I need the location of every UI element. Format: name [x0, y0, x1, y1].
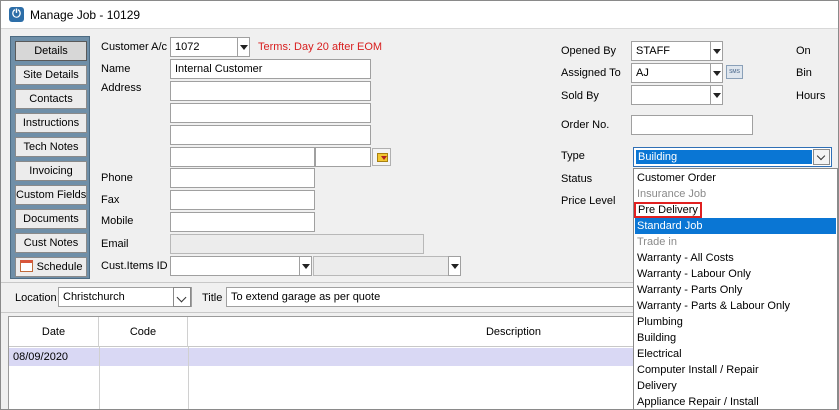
phone-label: Phone [101, 172, 133, 184]
row-date-cell[interactable]: 08/09/2020 [11, 348, 68, 366]
assigned-to-dropdown[interactable] [710, 63, 723, 83]
calendar-icon [19, 260, 33, 272]
nav-instructions-button[interactable]: Instructions [15, 113, 87, 133]
cust-items-dropdown[interactable] [299, 256, 312, 276]
type-option[interactable]: Building [635, 330, 836, 346]
sold-by-dropdown[interactable] [710, 85, 723, 105]
column-divider [99, 347, 100, 409]
nav-tech-notes-button[interactable]: Tech Notes [15, 137, 87, 157]
address-lookup-icon[interactable] [372, 148, 391, 166]
address-label: Address [101, 82, 142, 94]
location-label: Location [15, 292, 57, 304]
assigned-to-label: Assigned To [561, 67, 621, 79]
sold-by-field[interactable] [631, 85, 711, 105]
hours-label: Hours [796, 90, 826, 102]
status-label: Status [561, 173, 593, 185]
type-option[interactable]: Warranty - Labour Only [635, 266, 836, 282]
opened-by-label: Opened By [561, 45, 617, 57]
nav-panel: Details Site Details Contacts Instructio… [10, 36, 90, 279]
price-level-label: Price Level [561, 195, 616, 207]
sms-icon[interactable]: SMS [726, 65, 743, 79]
type-option[interactable]: Plumbing [635, 314, 836, 330]
cust-items-label: Cust.Items ID [101, 260, 168, 272]
order-no-field[interactable] [631, 115, 753, 135]
type-option-highlighted[interactable]: Pre Delivery [634, 202, 836, 218]
mobile-field[interactable] [170, 212, 315, 232]
terms-text: Terms: Day 20 after EOM [258, 41, 383, 53]
phone-field[interactable] [170, 168, 315, 188]
title-label: Title [202, 292, 223, 304]
order-no-label: Order No. [561, 119, 610, 131]
title-field[interactable]: To extend garage as per quote [226, 287, 638, 307]
type-label: Type [561, 150, 585, 162]
window-title: Manage Job - 10129 [30, 8, 141, 22]
nav-schedule-label: Schedule [36, 261, 83, 273]
nav-invoicing-button[interactable]: Invoicing [15, 161, 87, 181]
type-option[interactable]: Appliance Repair / Install [635, 394, 836, 409]
type-selected-value: Building [636, 150, 812, 164]
on-label: On [796, 45, 811, 57]
type-option[interactable]: Electrical [635, 346, 836, 362]
power-icon: ⏻ [9, 7, 24, 22]
cust-items-description-dropdown[interactable] [448, 256, 461, 276]
type-option[interactable]: Trade in [635, 234, 836, 250]
name-field[interactable]: Internal Customer [170, 59, 371, 79]
address-line-1-field[interactable] [170, 81, 371, 101]
customer-account-field[interactable]: 1072 [170, 37, 238, 57]
chevron-down-icon[interactable] [813, 149, 830, 165]
sold-by-label: Sold By [561, 90, 599, 102]
nav-cust-notes-button[interactable]: Cust Notes [15, 233, 87, 253]
assigned-to-field[interactable]: AJ [631, 63, 711, 83]
fax-label: Fax [101, 194, 120, 206]
column-divider [188, 347, 189, 409]
manage-job-window: ⏻ Manage Job - 10129 Details Site Detail… [0, 0, 839, 410]
type-dropdown-list: Customer Order Insurance Job Pre Deliver… [633, 168, 838, 409]
email-field[interactable] [170, 234, 424, 254]
type-option[interactable]: Insurance Job [635, 186, 836, 202]
fax-field[interactable] [170, 190, 315, 210]
opened-by-field[interactable]: STAFF [631, 41, 711, 61]
customer-account-label: Customer A/c [101, 41, 168, 53]
address-city-field[interactable] [170, 147, 315, 167]
address-postcode-field[interactable] [315, 147, 371, 167]
bin-label: Bin [796, 67, 812, 79]
location-field[interactable]: Christchurch [58, 287, 192, 307]
name-label: Name [101, 63, 131, 75]
address-line-2-field[interactable] [170, 103, 371, 123]
type-option[interactable]: Customer Order [635, 170, 836, 186]
type-option-label: Pre Delivery [634, 202, 702, 218]
type-option[interactable]: Delivery [635, 378, 836, 394]
type-option[interactable]: Warranty - Parts & Labour Only [635, 298, 836, 314]
nav-contacts-button[interactable]: Contacts [15, 89, 87, 109]
email-label: Email [101, 238, 129, 250]
location-dropdown-chevron-icon[interactable] [173, 287, 191, 307]
title-bar: ⏻ Manage Job - 10129 [1, 1, 838, 29]
type-option[interactable]: Warranty - Parts Only [635, 282, 836, 298]
nav-documents-button[interactable]: Documents [15, 209, 87, 229]
cust-items-field[interactable] [170, 256, 300, 276]
type-combobox[interactable]: Building [633, 147, 832, 167]
mobile-label: Mobile [101, 215, 134, 227]
nav-site-details-button[interactable]: Site Details [15, 65, 87, 85]
nav-schedule-button[interactable]: Schedule [15, 257, 87, 277]
address-line-3-field[interactable] [170, 125, 371, 145]
customer-account-dropdown[interactable] [237, 37, 250, 57]
column-header-date[interactable]: Date [9, 317, 99, 347]
column-header-code[interactable]: Code [99, 317, 188, 347]
nav-custom-fields-button[interactable]: Custom Fields [15, 185, 87, 205]
cust-items-description-field [313, 256, 449, 276]
opened-by-dropdown[interactable] [710, 41, 723, 61]
type-option[interactable]: Computer Install / Repair [635, 362, 836, 378]
nav-details-button[interactable]: Details [15, 41, 87, 61]
type-option[interactable]: Warranty - All Costs [635, 250, 836, 266]
type-option-selected[interactable]: Standard Job [635, 218, 836, 234]
